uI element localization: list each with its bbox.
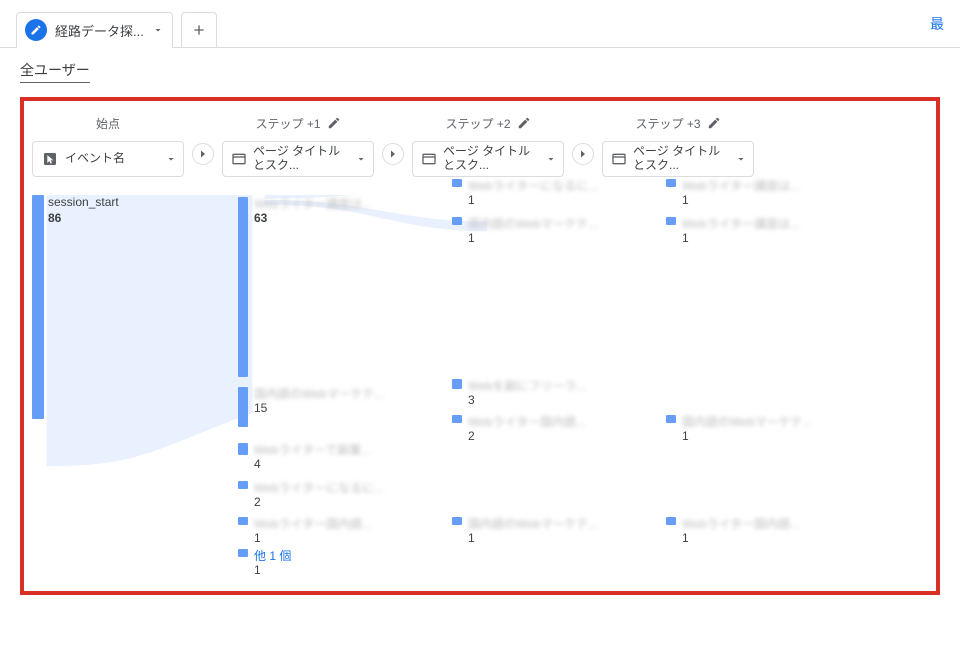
arrow-right-icon	[192, 143, 214, 165]
sankey-chart: session_start 86 Webライター講座は...63国内語のWebマ…	[32, 195, 928, 585]
step-header-3: ステップ +3	[602, 111, 754, 135]
sankey-bar	[666, 517, 676, 525]
tab-strip: 経路データ探... 最	[0, 0, 960, 48]
step1-node-chip[interactable]: ページ タイトルとスク...	[222, 141, 374, 177]
pencil-icon[interactable]	[517, 116, 531, 130]
arrow-right-icon	[382, 143, 404, 165]
step-arrow	[568, 143, 598, 165]
sankey-col-2: Webライターになるに...1国内語のWebマーケテ...1Webを副にフリーラ…	[452, 195, 630, 585]
exploration-canvas: 始点 イベント名 ステップ +1 ページ タイトルとスク...	[20, 97, 940, 595]
sankey-bar	[452, 415, 462, 423]
chip-label: イベント名	[65, 152, 125, 166]
chevron-down-icon	[165, 153, 177, 165]
sankey-col-3: Webライター講座は...1Webライター講座は...1国内語のWebマーケテ.…	[666, 195, 844, 585]
step2-node-chip[interactable]: ページ タイトルとスク...	[412, 141, 564, 177]
sankey-bar	[238, 387, 248, 427]
webpage-icon	[231, 150, 247, 168]
webpage-icon	[611, 150, 627, 168]
step-header-row: 始点 イベント名 ステップ +1 ページ タイトルとスク...	[32, 111, 928, 177]
segment-row: 全ユーザー	[0, 48, 960, 89]
sankey-bar	[238, 549, 248, 557]
sankey-bar	[452, 379, 462, 389]
pencil-icon[interactable]	[707, 116, 721, 130]
add-tab-button[interactable]	[181, 12, 217, 48]
step-arrow	[188, 143, 218, 165]
step-header-1: ステップ +1	[222, 111, 374, 135]
webpage-icon	[421, 150, 437, 168]
sankey-bar	[238, 443, 248, 455]
step-arrow	[378, 143, 408, 165]
sankey-bar	[238, 481, 248, 489]
sankey-bar	[452, 517, 462, 525]
sankey-bar	[666, 217, 676, 225]
sankey-bar	[666, 415, 676, 423]
step-header-2: ステップ +2	[412, 111, 564, 135]
pencil-icon[interactable]	[327, 116, 341, 130]
chip-label: ページ タイトルとスク...	[253, 145, 349, 173]
sankey-bar	[452, 217, 462, 225]
segment-label[interactable]: 全ユーザー	[20, 60, 90, 83]
sankey-col-0: session_start 86	[32, 195, 202, 585]
chevron-down-icon	[545, 153, 557, 165]
chevron-down-icon	[355, 153, 367, 165]
sankey-bar	[666, 179, 676, 187]
chevron-down-icon	[735, 153, 747, 165]
tab-active[interactable]: 経路データ探...	[16, 12, 173, 48]
step-header-start: 始点	[32, 111, 184, 135]
sankey-col-1: Webライター講座は...63国内語のWebマーケテ...15Webライターで副…	[238, 195, 416, 585]
start-node-chip[interactable]: イベント名	[32, 141, 184, 177]
sankey-bar	[238, 517, 248, 525]
cursor-icon	[41, 150, 59, 168]
pencil-icon	[25, 19, 47, 41]
sankey-bar	[452, 179, 462, 187]
top-right-text: 最	[930, 14, 944, 34]
chip-label: ページ タイトルとスク...	[443, 145, 539, 173]
sankey-bar	[32, 195, 44, 419]
tab-label: 経路データ探...	[55, 21, 144, 40]
chip-label: ページ タイトルとスク...	[633, 145, 729, 173]
arrow-right-icon	[572, 143, 594, 165]
sankey-bar	[238, 197, 248, 377]
chevron-down-icon[interactable]	[152, 24, 164, 36]
step3-node-chip[interactable]: ページ タイトルとスク...	[602, 141, 754, 177]
